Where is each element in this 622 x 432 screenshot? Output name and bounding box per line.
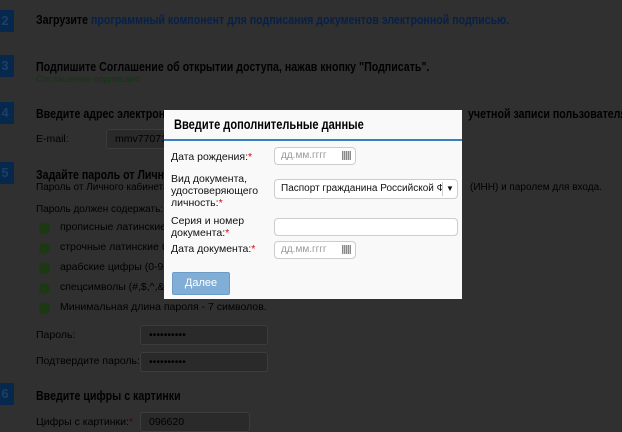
check-icon: ✓: [39, 223, 50, 234]
document-date-label: Дата документа:*: [171, 243, 255, 255]
placeholder: дд.мм.гггг: [281, 150, 327, 161]
calendar-icon[interactable]: [342, 245, 351, 254]
password-requirements-title: Пароль должен содержать:: [36, 204, 164, 215]
document-number-input[interactable]: [274, 218, 458, 236]
agreement-status: Соглашение подписано: [36, 74, 141, 85]
component-download-link[interactable]: программный компонент для подписания док…: [91, 13, 509, 27]
required-mark: *: [218, 197, 223, 209]
step-4-title: Введите адрес электронно: [36, 107, 179, 121]
step-3-title: Подпишите Соглашение об открытии доступа…: [36, 60, 430, 74]
check-icon: ✓: [39, 263, 50, 274]
birth-date-label: Дата рождения:*: [171, 151, 252, 163]
confirm-password-input[interactable]: ••••••••••: [140, 352, 268, 372]
confirm-password-label: Подтвердите пароль:: [36, 355, 140, 367]
captcha-input[interactable]: 096620: [140, 412, 250, 432]
document-type-label: Вид документа, удостоверяющего личность:*: [171, 173, 258, 209]
check-icon: ✓: [39, 283, 50, 294]
chevron-down-icon[interactable]: ▼: [442, 182, 457, 196]
email-label: E-mail:: [36, 133, 69, 145]
step-4-title-end: учетной записи пользователя.: [468, 107, 622, 121]
label-text: Дата документа:: [171, 243, 252, 255]
captcha-label-text: Цифры с картинки:: [36, 416, 129, 428]
requirement-item: арабские цифры (0-9);: [60, 261, 170, 273]
step-badge: 5: [0, 162, 14, 184]
calendar-icon[interactable]: [342, 151, 351, 160]
birth-date-input[interactable]: дд.мм.гггг: [274, 147, 356, 165]
dialog-title: Введите дополнительные данные: [174, 117, 364, 132]
requirement-item: спецсимволы (#,$,^,&,*,: [60, 281, 175, 293]
label-text: личность:: [171, 197, 219, 209]
password-input[interactable]: ••••••••••: [140, 325, 268, 345]
password-desc-end: (ИНН) и паролем для входа.: [470, 182, 602, 193]
step-badge: 6: [0, 383, 14, 405]
additional-data-dialog: Введите дополнительные данные Дата рожде…: [164, 110, 462, 299]
step-2-title: Загрузите программный компонент для подп…: [36, 13, 509, 27]
label-text: Вид документа,: [171, 173, 248, 185]
label-text: документа:: [171, 227, 226, 239]
required-mark: *: [248, 151, 253, 163]
check-icon: ✓: [39, 243, 50, 254]
password-desc: Пароль от Личного кабинета: [36, 182, 169, 193]
placeholder: дд.мм.гггг: [281, 244, 327, 255]
step-badge: 2: [0, 10, 14, 32]
step-5-title: Задайте пароль от Личного: [36, 168, 182, 182]
step-title-text: Загрузите: [36, 13, 91, 27]
password-label: Пароль:: [36, 329, 76, 341]
next-button[interactable]: Далее: [172, 272, 230, 295]
check-icon: ✓: [39, 303, 50, 314]
document-date-input[interactable]: дд.мм.гггг: [274, 241, 356, 259]
document-number-label: Серия и номер документа:*: [171, 215, 244, 239]
requirement-item: строчные латинские бу: [60, 241, 173, 253]
required-mark: *: [251, 243, 256, 255]
label-text: Серия и номер: [171, 215, 245, 227]
captcha-label: Цифры с картинки:*: [36, 416, 133, 428]
requirement-item: Минимальная длина пароля - 7 символов.: [60, 301, 267, 313]
step-6-title: Введите цифры с картинки: [36, 389, 181, 403]
required-mark: *: [225, 227, 230, 239]
dialog-header: Введите дополнительные данные: [164, 110, 462, 141]
requirement-item: прописные латинские и: [60, 221, 175, 233]
step-badge: 4: [0, 102, 14, 124]
label-text: удостоверяющего: [171, 185, 259, 197]
document-type-select[interactable]: Паспорт гражданина Российской Фе ▼: [274, 179, 458, 199]
step-badge: 3: [0, 55, 14, 77]
label-text: Дата рождения:: [171, 151, 248, 163]
selected-value: Паспорт гражданина Российской Фе: [281, 183, 450, 194]
required-mark: *: [128, 416, 133, 428]
